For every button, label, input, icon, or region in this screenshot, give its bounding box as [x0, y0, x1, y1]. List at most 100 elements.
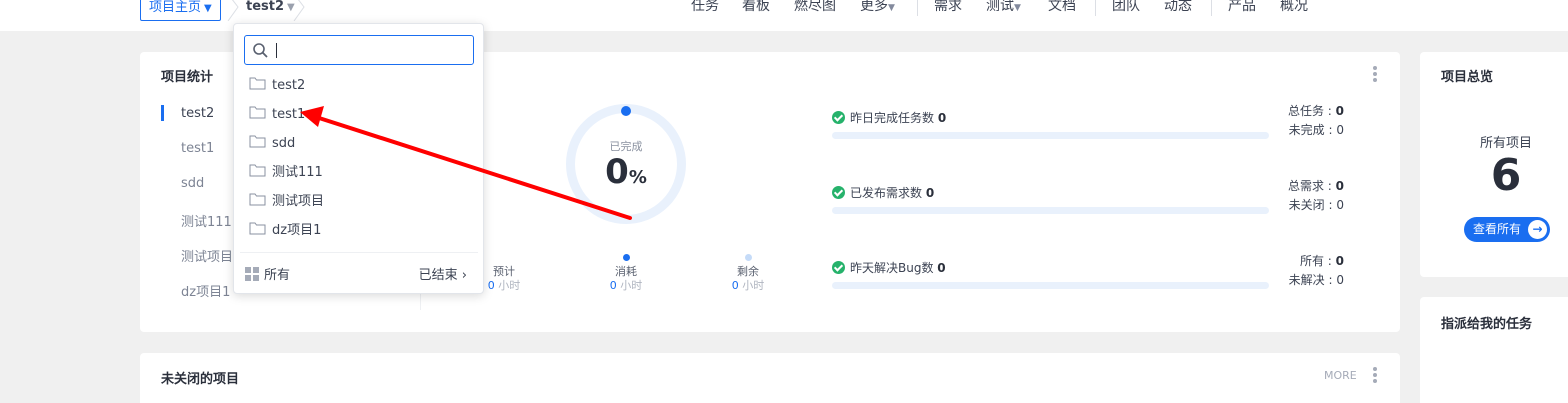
- progress-value: 0%: [576, 152, 676, 192]
- view-all-label: 查看所有: [1473, 222, 1522, 236]
- more-link[interactable]: MORE: [1324, 369, 1357, 382]
- grid-icon: [245, 267, 259, 281]
- more-options-icon[interactable]: [1373, 66, 1377, 84]
- dropdown-project-item[interactable]: sdd: [249, 134, 295, 154]
- active-indicator: [161, 105, 164, 121]
- stat-value: 0: [937, 111, 947, 125]
- progress-unit: %: [628, 167, 647, 188]
- nav-item-testing[interactable]: 测试▼: [986, 0, 1021, 21]
- nav-item-activity[interactable]: 动态: [1164, 0, 1192, 21]
- chevron-down-icon: ▼: [888, 3, 895, 13]
- stat-side-key: 未解决: [1288, 273, 1325, 287]
- dropdown-project-item[interactable]: dz项目1: [249, 221, 321, 241]
- check-circle-icon: [832, 261, 845, 274]
- stats-project-item[interactable]: 测试111: [181, 211, 232, 230]
- folder-icon: [249, 222, 266, 235]
- stat-row-bugs: 昨天解决Bug数 0: [832, 259, 946, 276]
- stat-side-key: 总需求: [1287, 179, 1324, 193]
- nav-divider: [1211, 0, 1212, 16]
- hours-remaining-label: 剩余: [737, 265, 759, 278]
- dropdown-project-label: sdd: [272, 136, 296, 151]
- hours-unit: 小时: [742, 279, 765, 292]
- stats-project-item[interactable]: 测试项目: [181, 246, 233, 265]
- stat-label: 已发布需求数: [850, 186, 923, 200]
- check-circle-icon: [832, 186, 845, 199]
- stats-project-item[interactable]: test2: [181, 106, 214, 121]
- search-icon: [253, 43, 268, 58]
- hours-unit: 小时: [620, 279, 643, 292]
- nav-divider: [1095, 0, 1096, 16]
- stat-progress-bar: [832, 207, 1269, 214]
- legend-dot: [622, 254, 630, 261]
- stat-side-value: 0: [1335, 179, 1344, 193]
- stat-side-key: 总任务: [1287, 104, 1324, 118]
- dropdown-project-label: 测试111: [272, 165, 323, 180]
- stats-project-item[interactable]: sdd: [181, 176, 204, 191]
- stats-project-item[interactable]: test1: [181, 141, 214, 156]
- stat-side-value: 0: [1335, 104, 1344, 118]
- arrow-right-icon: →: [1528, 220, 1547, 239]
- all-projects-label: 所有项目: [1479, 136, 1532, 151]
- current-project-label: test2: [246, 0, 285, 14]
- stat-row-tasks: 昨日完成任务数 0: [832, 109, 946, 126]
- nav-item-more[interactable]: 更多▼: [860, 0, 895, 21]
- folder-icon: [249, 77, 266, 90]
- folder-icon: [249, 106, 266, 119]
- progress-number: 0: [605, 152, 629, 192]
- stats-project-item[interactable]: dz项目1: [181, 281, 230, 300]
- hours-consumed: 消耗 0 小时: [596, 254, 656, 293]
- breadcrumb-separator-icon: [293, 0, 305, 21]
- progress-ring-marker: [621, 106, 631, 116]
- stat-side-tasks: 总任务 : 0 未完成 : 0: [1287, 104, 1344, 137]
- stat-side-value: 0: [1336, 198, 1344, 212]
- stat-side-value: 0: [1336, 123, 1344, 137]
- chevron-right-icon: ›: [461, 268, 467, 283]
- legend-dot: [500, 254, 508, 261]
- dropdown-all-label: 所有: [264, 268, 291, 283]
- my-tasks-title: 指派给我的任务: [1441, 317, 1533, 332]
- hours-value: 0: [609, 279, 617, 292]
- hours-remaining: 剩余 0 小时: [718, 254, 778, 293]
- dropdown-project-label: dz项目1: [272, 223, 322, 238]
- dropdown-divider: [240, 252, 478, 253]
- dropdown-project-item[interactable]: test1: [249, 105, 305, 125]
- view-all-button[interactable]: 查看所有 →: [1464, 217, 1550, 242]
- nav-item-team[interactable]: 团队: [1112, 0, 1140, 21]
- nav-item-products[interactable]: 产品: [1228, 0, 1256, 21]
- dropdown-project-label: 测试项目: [272, 194, 325, 209]
- dropdown-project-label: test2: [272, 78, 306, 93]
- stat-side-requirements: 总需求 : 0 未关闭 : 0: [1287, 179, 1344, 212]
- stat-label: 昨天解决Bug数: [850, 261, 934, 275]
- stat-side-key: 未关闭: [1288, 198, 1325, 212]
- chevron-down-icon: ▼: [1014, 3, 1021, 13]
- nav-item-kanban[interactable]: 看板: [742, 0, 770, 21]
- dropdown-project-item[interactable]: 测试111: [249, 163, 323, 183]
- nav-item-tasks[interactable]: 任务: [691, 0, 719, 21]
- hours-remaining-value: 0 小时: [718, 279, 778, 293]
- nav-item-burndown[interactable]: 燃尽图: [794, 0, 836, 21]
- project-search-input[interactable]: [244, 35, 474, 65]
- breadcrumb-home-label: 项目主页: [149, 0, 202, 15]
- nav-item-requirements[interactable]: 需求: [934, 0, 962, 21]
- nav-item-overview[interactable]: 概况: [1280, 0, 1308, 21]
- stat-row-requirements: 已发布需求数 0: [832, 184, 934, 201]
- dropdown-closed-projects[interactable]: 已结束 ›: [419, 264, 467, 283]
- stat-progress-bar: [832, 282, 1269, 289]
- hours-consumed-label: 消耗: [615, 265, 637, 278]
- stat-side-value: 0: [1335, 254, 1344, 268]
- dropdown-project-item[interactable]: test2: [249, 76, 305, 96]
- stat-side-bugs: 所有 : 0 未解决 : 0: [1288, 254, 1344, 287]
- dropdown-project-label: test1: [272, 107, 306, 122]
- stat-side-key: 未完成: [1288, 123, 1325, 137]
- legend-dot: [744, 254, 752, 261]
- nav-item-docs[interactable]: 文档: [1048, 0, 1076, 21]
- stat-progress-bar: [832, 132, 1269, 139]
- dropdown-all-projects[interactable]: 所有: [245, 264, 290, 283]
- more-options-icon[interactable]: [1373, 367, 1377, 385]
- check-circle-icon: [832, 111, 845, 124]
- breadcrumb-home[interactable]: 项目主页 ▼: [140, 0, 221, 21]
- nav-more-label: 更多: [860, 0, 888, 14]
- hours-consumed-value: 0 小时: [596, 279, 656, 293]
- dropdown-project-item[interactable]: 测试项目: [249, 192, 324, 212]
- stat-value: 0: [937, 261, 946, 275]
